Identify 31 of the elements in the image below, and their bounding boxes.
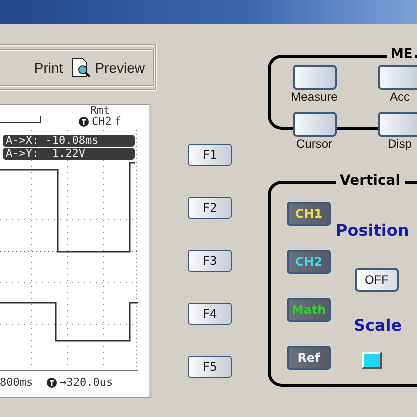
function-key[interactable]: F2	[188, 197, 232, 219]
scale-label: Scale	[354, 316, 402, 335]
print-button[interactable]: Print	[34, 60, 64, 76]
trigger-icon	[47, 378, 58, 388]
position-label: Position	[336, 221, 410, 240]
status-text: Rmt	[90, 105, 110, 116]
cursor-readout: A->X: -10.08ms	[3, 135, 135, 147]
timebase-text: 800ms	[0, 377, 34, 388]
channel-button[interactable]: CH1	[287, 202, 331, 226]
function-key[interactable]: F5	[188, 356, 232, 378]
function-key[interactable]: F1	[188, 144, 232, 166]
preview-button[interactable]: Preview	[71, 58, 145, 78]
menu-button-label: Acc	[390, 90, 410, 104]
menu-button[interactable]	[292, 112, 336, 137]
trigger-icon	[79, 116, 89, 126]
menu-button[interactable]	[378, 65, 417, 90]
off-button[interactable]: OFF	[355, 268, 399, 292]
cursor-readout: A->Y: 1.22V	[3, 148, 135, 160]
trigger-source: CH2	[92, 116, 112, 127]
channel-button[interactable]: Ref	[287, 346, 331, 370]
menu-button[interactable]	[292, 65, 336, 90]
menu-button-label: Measure	[291, 90, 338, 104]
function-key[interactable]: F4	[188, 303, 232, 325]
trigger-slope: f	[114, 116, 122, 127]
menu-button-label: Disp	[388, 137, 412, 151]
trigger-position-bar	[0, 116, 41, 123]
print-preview-icon	[71, 58, 94, 78]
menu-button-label: Cursor	[296, 137, 332, 151]
trigger-offset-text: →320.0us	[60, 377, 114, 388]
menu-button[interactable]	[378, 112, 417, 137]
function-key[interactable]: F3	[188, 250, 232, 272]
